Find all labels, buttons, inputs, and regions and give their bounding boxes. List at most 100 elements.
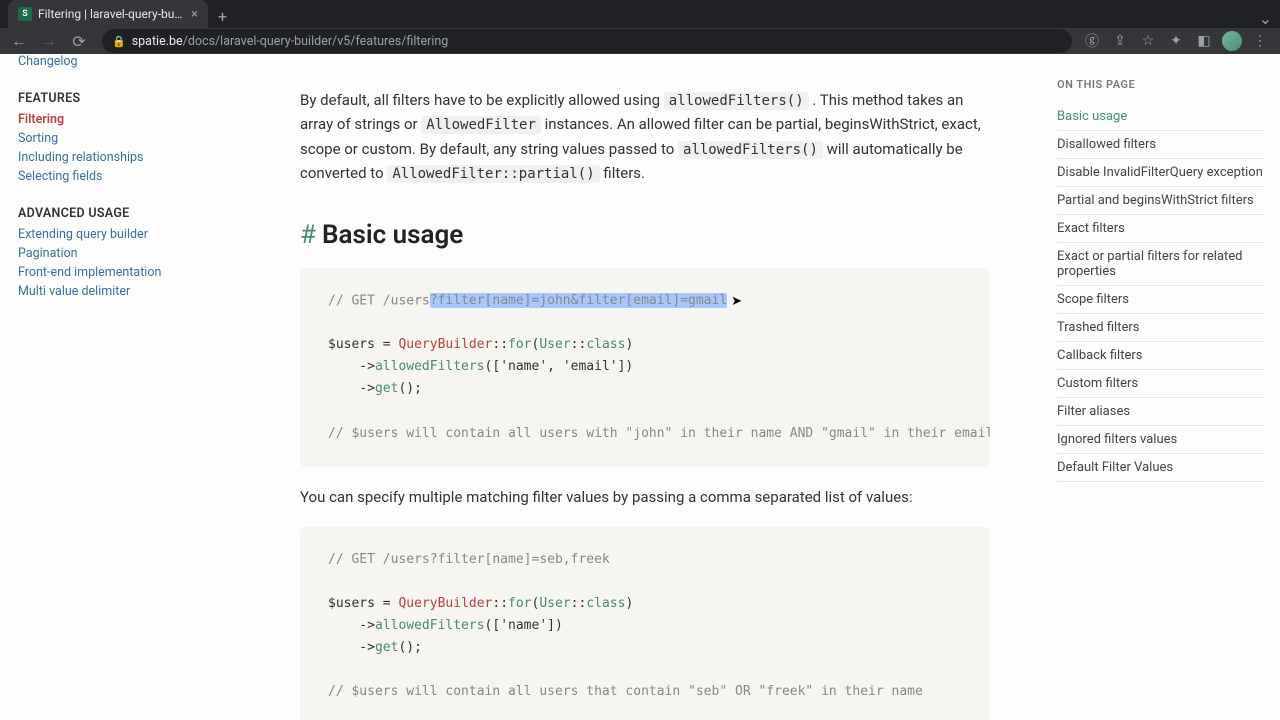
translate-icon[interactable]: ⓖ <box>1082 31 1102 51</box>
forward-button: → <box>36 28 62 54</box>
code-allowedfilters2: allowedFilters() <box>678 141 823 159</box>
url-bar[interactable]: 🔒 spatie.be/docs/laravel-query-builder/v… <box>102 29 1072 53</box>
code-token: class <box>586 596 625 611</box>
code-token: :: <box>492 337 508 352</box>
code-block-1[interactable]: // GET /users?filter[name]=john&filter[e… <box>300 268 990 467</box>
sidebar-group-advanced: ADVANCED USAGE <box>18 206 200 221</box>
code-token: $users <box>328 337 375 352</box>
toc-item-ignored[interactable]: Ignored filters values <box>1057 426 1264 454</box>
toc-item-callback[interactable]: Callback filters <box>1057 342 1264 370</box>
code-token: QueryBuilder <box>398 337 492 352</box>
profile-avatar[interactable] <box>1222 31 1242 51</box>
code-token: :: <box>492 596 508 611</box>
code-token: :: <box>571 596 587 611</box>
sidebar-group-features: FEATURES <box>18 91 200 106</box>
page: Changelog FEATURES Filtering Sorting Inc… <box>0 54 1280 720</box>
new-tab-button[interactable]: + <box>208 7 237 26</box>
sidebar-link-selecting-fields[interactable]: Selecting fields <box>18 169 200 184</box>
code-token: get <box>375 640 398 655</box>
sidebar-link-sorting[interactable]: Sorting <box>18 131 200 146</box>
lock-icon: 🔒 <box>112 35 126 48</box>
sidebar-link-including-relationships[interactable]: Including relationships <box>18 150 200 165</box>
window-expand-icon[interactable]: ⌄ <box>1251 9 1280 28</box>
toc-item-default[interactable]: Default Filter Values <box>1057 454 1264 482</box>
intro-text: By default, all filters have to be expli… <box>300 91 664 109</box>
code-token: (['name']) <box>485 618 563 633</box>
code-block-2[interactable]: // GET /users?filter[name]=seb,freek $us… <box>300 527 990 720</box>
tab-close-icon[interactable]: × <box>191 7 198 22</box>
main-content: By default, all filters have to be expli… <box>200 54 1040 720</box>
menu-icon[interactable]: ⋮ <box>1250 33 1270 49</box>
code-token: -> <box>328 640 375 655</box>
back-button[interactable]: ← <box>6 28 32 54</box>
code-token: (); <box>398 640 421 655</box>
browser-tab[interactable]: S Filtering | laravel-query-builde × <box>8 0 208 28</box>
toc-item-disable-exception[interactable]: Disable InvalidFilterQuery exception <box>1057 159 1264 187</box>
toc-item-exact-related[interactable]: Exact or partial filters for related pro… <box>1057 243 1264 286</box>
browser-chrome: S Filtering | laravel-query-builde × + ⌄… <box>0 0 1280 54</box>
text-selection: ?filter[name]=john&filter[email]=gmail <box>430 293 727 308</box>
intro-paragraph: By default, all filters have to be expli… <box>300 88 990 186</box>
code-token: class <box>586 337 625 352</box>
sidebar-link-extending[interactable]: Extending query builder <box>18 227 200 242</box>
right-toc: ON THIS PAGE Basic usage Disallowed filt… <box>1040 58 1280 720</box>
code-token: QueryBuilder <box>398 596 492 611</box>
heading-text: Basic usage <box>322 220 463 250</box>
share-icon[interactable]: ⇪ <box>1110 33 1130 49</box>
code-partial: AllowedFilter::partial() <box>387 165 599 183</box>
toc-item-trashed[interactable]: Trashed filters <box>1057 314 1264 342</box>
code-token: allowedFilters <box>375 618 485 633</box>
reload-button[interactable]: ⟳ <box>66 28 92 54</box>
code-token: $users <box>328 596 375 611</box>
url-host: spatie.be <box>132 34 183 49</box>
toc-item-custom[interactable]: Custom filters <box>1057 370 1264 398</box>
bookmark-icon[interactable]: ☆ <box>1138 33 1158 49</box>
code-token: :: <box>571 337 587 352</box>
sidepanel-icon[interactable]: ◧ <box>1194 33 1214 49</box>
heading-basic-usage[interactable]: #Basic usage <box>300 220 990 250</box>
browser-toolbar: ← → ⟳ 🔒 spatie.be/docs/laravel-query-bui… <box>0 28 1280 54</box>
sidebar-link-pagination[interactable]: Pagination <box>18 246 200 261</box>
code-token: for <box>508 596 531 611</box>
code-token: User <box>539 596 570 611</box>
code-token: User <box>539 337 570 352</box>
code-allowedfilter: AllowedFilter <box>421 116 541 134</box>
paragraph-multivalue: You can specify multiple matching filter… <box>300 485 990 509</box>
intro-text: filters. <box>603 164 645 182</box>
mouse-cursor-icon: ➤ <box>731 290 742 312</box>
heading-anchor-icon[interactable]: # <box>300 220 316 250</box>
toolbar-right: ⓖ ⇪ ☆ ✦ ◧ ⋮ <box>1082 31 1274 51</box>
sidebar-link-delimiter[interactable]: Multi value delimiter <box>18 284 200 299</box>
code-token: allowedFilters <box>375 359 485 374</box>
code-token: for <box>508 337 531 352</box>
code-comment: // GET /users <box>328 293 430 308</box>
code-token: -> <box>328 381 375 396</box>
sidebar-link-frontend[interactable]: Front-end implementation <box>18 265 200 280</box>
code-token: ) <box>625 337 633 352</box>
code-allowedfilters: allowedFilters() <box>664 92 809 110</box>
extensions-icon[interactable]: ✦ <box>1166 33 1186 49</box>
code-token: = <box>375 337 398 352</box>
toc-item-basic-usage[interactable]: Basic usage <box>1057 103 1264 131</box>
code-token: -> <box>328 618 375 633</box>
toc-item-scope[interactable]: Scope filters <box>1057 286 1264 314</box>
code-token: ) <box>625 596 633 611</box>
left-sidebar: Changelog FEATURES Filtering Sorting Inc… <box>0 54 200 720</box>
toc-item-aliases[interactable]: Filter aliases <box>1057 398 1264 426</box>
toc-item-exact[interactable]: Exact filters <box>1057 215 1264 243</box>
code-comment: // $users will contain all users with "j… <box>328 426 990 441</box>
code-token: (['name', 'email']) <box>485 359 634 374</box>
tab-strip: S Filtering | laravel-query-builde × + ⌄ <box>0 0 1280 28</box>
code-comment: // $users will contain all users that co… <box>328 684 923 699</box>
code-token: = <box>375 596 398 611</box>
sidebar-link-filtering[interactable]: Filtering <box>18 112 200 127</box>
toc-item-partial-begins[interactable]: Partial and beginsWithStrict filters <box>1057 187 1264 215</box>
tab-favicon: S <box>18 7 32 21</box>
tab-title: Filtering | laravel-query-builde <box>38 7 185 21</box>
code-comment: // GET /users?filter[name]=seb,freek <box>328 552 610 567</box>
code-token: -> <box>328 359 375 374</box>
sidebar-link-changelog[interactable]: Changelog <box>18 54 200 69</box>
code-token: (); <box>398 381 421 396</box>
toc-item-disallowed[interactable]: Disallowed filters <box>1057 131 1264 159</box>
toc-title: ON THIS PAGE <box>1057 78 1264 91</box>
